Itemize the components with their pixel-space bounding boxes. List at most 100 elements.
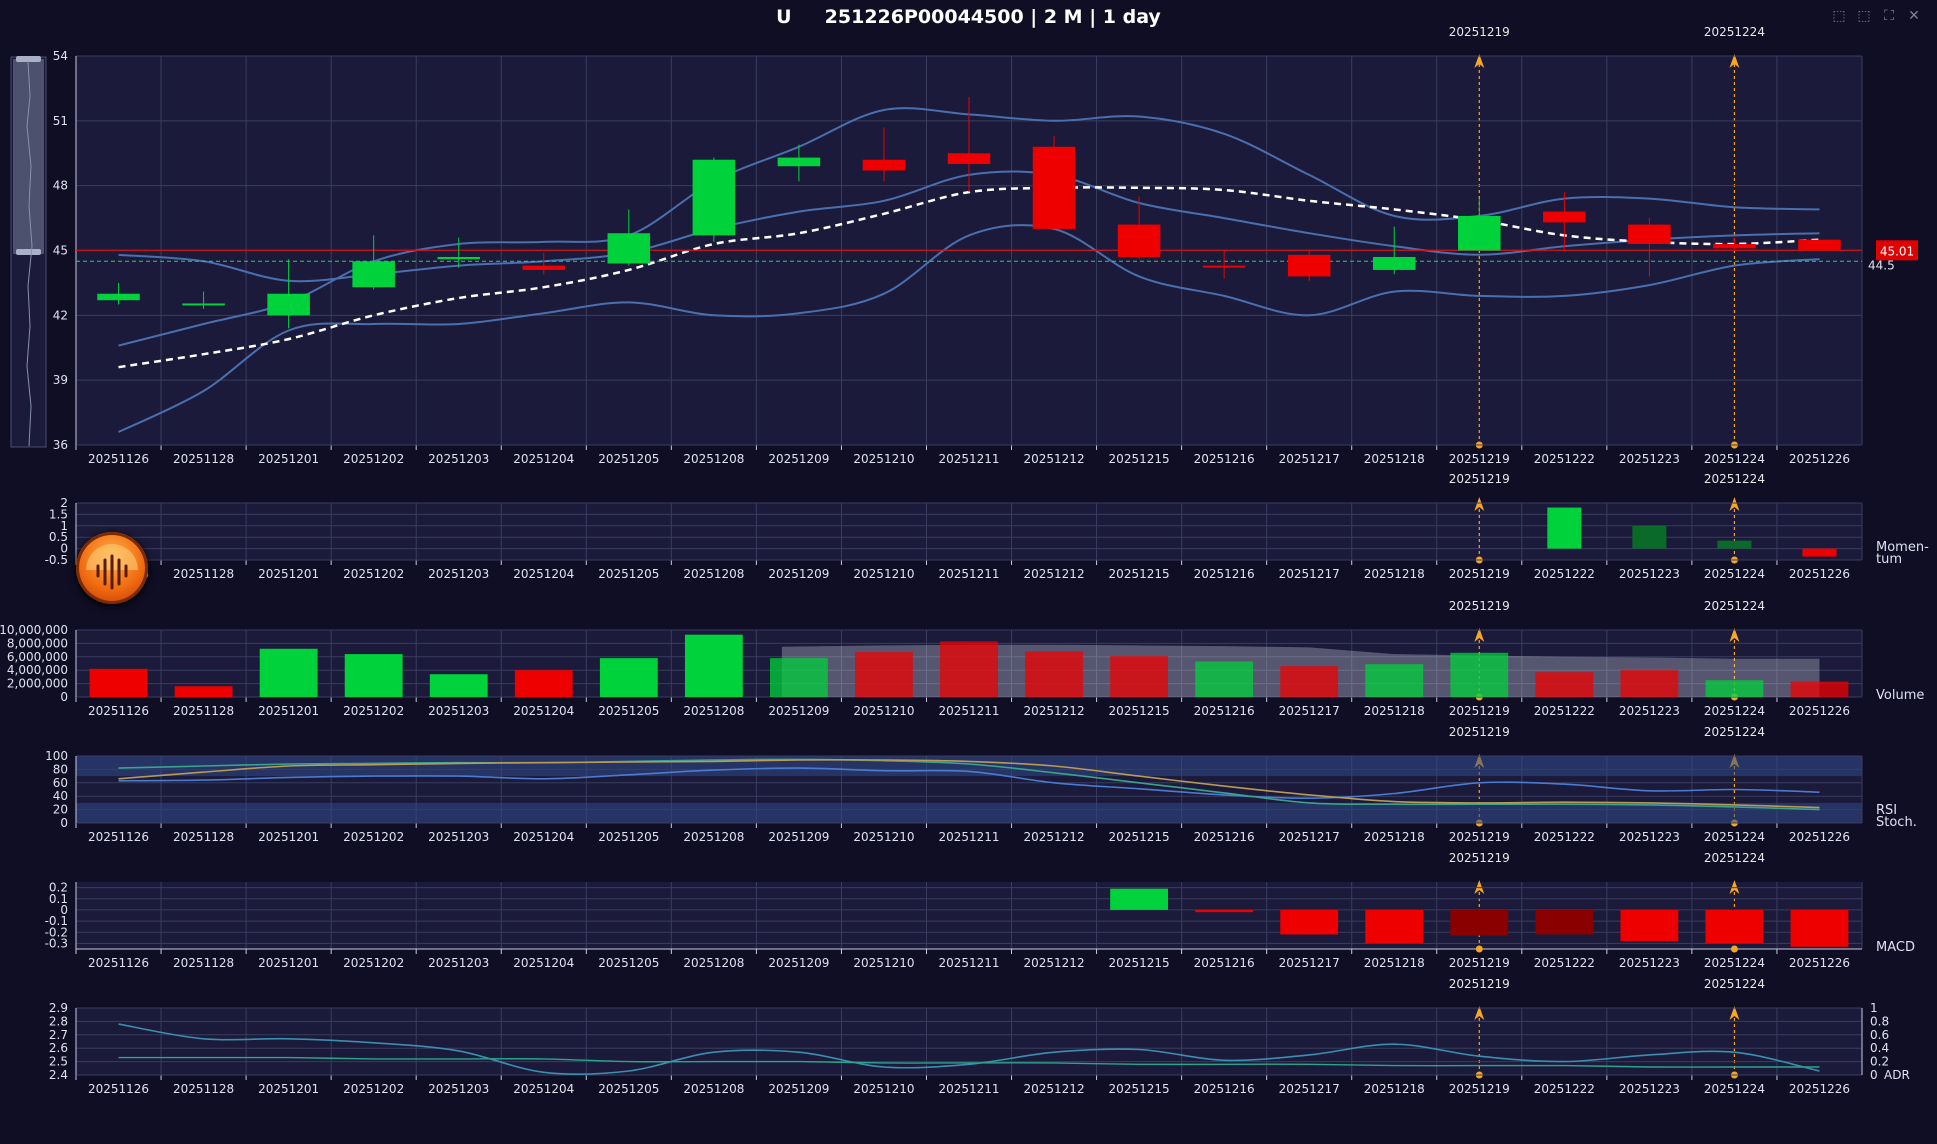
candle-body [777,157,821,167]
x-tick-label: 20251219 [1449,830,1510,844]
macd-bar [1280,909,1339,935]
x-tick-label: 20251204 [513,830,574,844]
volume-bar [1025,651,1083,697]
x-tick-label: 20251217 [1279,704,1340,718]
x-tick-label: 20251201 [258,956,319,970]
x-tick-label: 20251204 [513,567,574,581]
y-tick-label: 54 [53,49,68,63]
x-tick-label: 20251208 [683,956,744,970]
volume-bar [1195,661,1254,697]
marker-label: 20251224 [1704,25,1765,39]
x-tick-label: 20251212 [1024,704,1085,718]
x-tick-label: 20251211 [938,452,999,466]
x-tick-label: 20251210 [853,956,914,970]
panel-label-line: Volume [1876,688,1924,703]
x-tick-label: 20251218 [1364,452,1425,466]
x-tick-label: 20251212 [1024,1082,1085,1096]
reference-line-label: 44.5 [1868,258,1895,272]
x-tick-label: 20251226 [1789,704,1850,718]
y-tick-label: 2.5 [49,1055,68,1069]
x-tick-label: 20251222 [1534,452,1595,466]
x-tick-label: 20251209 [768,830,829,844]
candle-body [862,159,906,171]
x-tick-label: 20251222 [1534,1082,1595,1096]
momentum-bar [1547,507,1582,549]
right-y-tick-label: 0.6 [1870,1028,1889,1042]
marker-label: 20251224 [1704,977,1765,991]
y-tick-label: 2,000,000 [7,677,68,691]
x-tick-label: 20251208 [683,567,744,581]
x-tick-label: 20251211 [938,1082,999,1096]
right-y-tick-label: 0.8 [1870,1014,1889,1028]
volume-bar [1705,680,1764,697]
marker-label: 20251219 [1449,977,1510,991]
y-tick-label: 2.6 [49,1041,68,1055]
x-tick-label: 20251224 [1704,452,1765,466]
x-tick-label: 20251126 [88,704,149,718]
candle-body [267,293,310,316]
panel-label: MACD [1876,940,1915,955]
x-tick-label: 20251224 [1704,1082,1765,1096]
x-tick-label: 20251218 [1364,704,1425,718]
x-tick-label: 20251203 [428,704,489,718]
x-tick-label: 20251202 [343,1082,404,1096]
x-tick-label: 20251128 [173,830,234,844]
y-tick-label: 4,000,000 [7,663,68,677]
candle-body [352,261,395,288]
y-tick-label: 45 [53,244,68,258]
x-tick-label: 20251215 [1109,567,1170,581]
candle-body [1372,256,1416,270]
volume-bar [1620,670,1679,697]
x-tick-label: 20251216 [1194,704,1255,718]
y-tick-label: 42 [53,308,68,322]
marker-label: 20251219 [1449,599,1510,613]
y-tick-label: 2.8 [49,1014,68,1028]
x-tick-label: 20251208 [683,1082,744,1096]
x-tick-label: 20251211 [938,704,999,718]
x-tick-label: 20251203 [428,830,489,844]
x-tick-label: 20251215 [1109,452,1170,466]
y-tick-label: 39 [53,373,68,387]
y-tick-label: 2.4 [49,1068,68,1082]
volume-bar [89,668,148,697]
x-tick-label: 20251224 [1704,567,1765,581]
x-tick-label: 20251205 [598,704,659,718]
candle-body [947,153,991,165]
y-tick-label: 20 [53,803,68,817]
x-tick-label: 20251226 [1789,830,1850,844]
volume-bar [855,652,913,697]
candle-body [1032,146,1076,229]
x-tick-label: 20251126 [88,830,149,844]
x-tick-label: 20251216 [1194,452,1255,466]
x-tick-label: 20251203 [428,1082,489,1096]
y-tick-label: -0.3 [45,936,68,950]
marker-dot [1475,945,1483,953]
right-y-tick-label: 0.2 [1870,1055,1889,1069]
y-tick-label: 10,000,000 [0,623,68,637]
candle-body [1458,215,1501,251]
right-y-tick-label: 0.4 [1870,1041,1889,1055]
x-tick-label: 20251205 [598,452,659,466]
x-tick-label: 20251224 [1704,830,1765,844]
x-tick-label: 20251209 [768,452,829,466]
x-tick-label: 20251210 [853,704,914,718]
x-tick-label: 20251222 [1534,567,1595,581]
x-tick-label: 20251204 [513,956,574,970]
x-tick-label: 20251208 [683,830,744,844]
y-tick-label: 0 [60,690,68,704]
overbought-zone [76,756,1862,777]
momentum-bar [1802,548,1837,557]
x-tick-label: 20251216 [1194,567,1255,581]
macd-bar [1705,909,1764,944]
x-tick-label: 20251204 [513,704,574,718]
volume-bar [429,674,488,697]
volume-bar [940,641,998,697]
marker-dot [1730,945,1738,953]
x-tick-label: 20251128 [173,567,234,581]
y-tick-label: 60 [53,776,68,790]
chart-canvas: 20251126 20251128 20251201 20251202 20251203… [0,25,1929,1096]
x-tick-label: 20251128 [173,452,234,466]
panel-background [76,503,1862,560]
panel-background [76,882,1862,949]
x-tick-label: 20251216 [1194,1082,1255,1096]
